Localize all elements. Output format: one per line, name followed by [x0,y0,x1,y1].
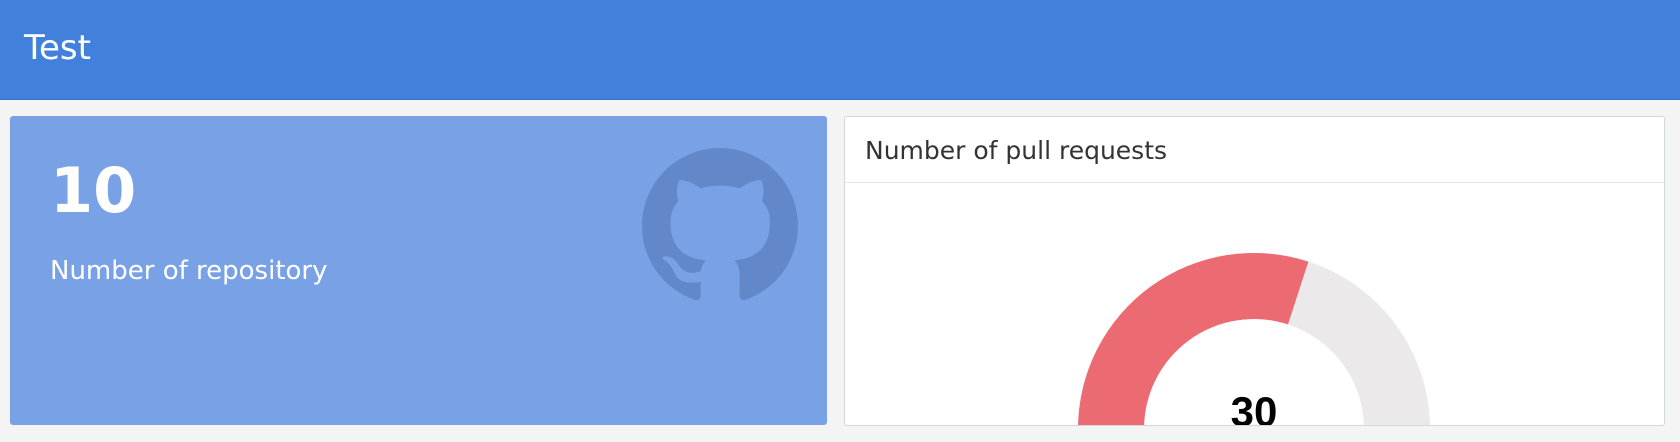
github-icon [642,148,798,301]
repository-label: Number of repository [50,256,328,286]
repository-value-box: 10 Number of repository [10,116,827,425]
pull-requests-box: Number of pull requests 30 0 50 [844,116,1665,426]
box-title: Number of pull requests [865,136,1168,165]
app-title: Test [24,28,91,68]
box-header: Number of pull requests [845,117,1664,183]
pull-requests-gauge: 30 0 50 [1078,253,1430,425]
repository-count: 10 [50,154,137,227]
gauge-value: 30 [1231,388,1278,425]
top-navbar: Test [0,0,1680,100]
